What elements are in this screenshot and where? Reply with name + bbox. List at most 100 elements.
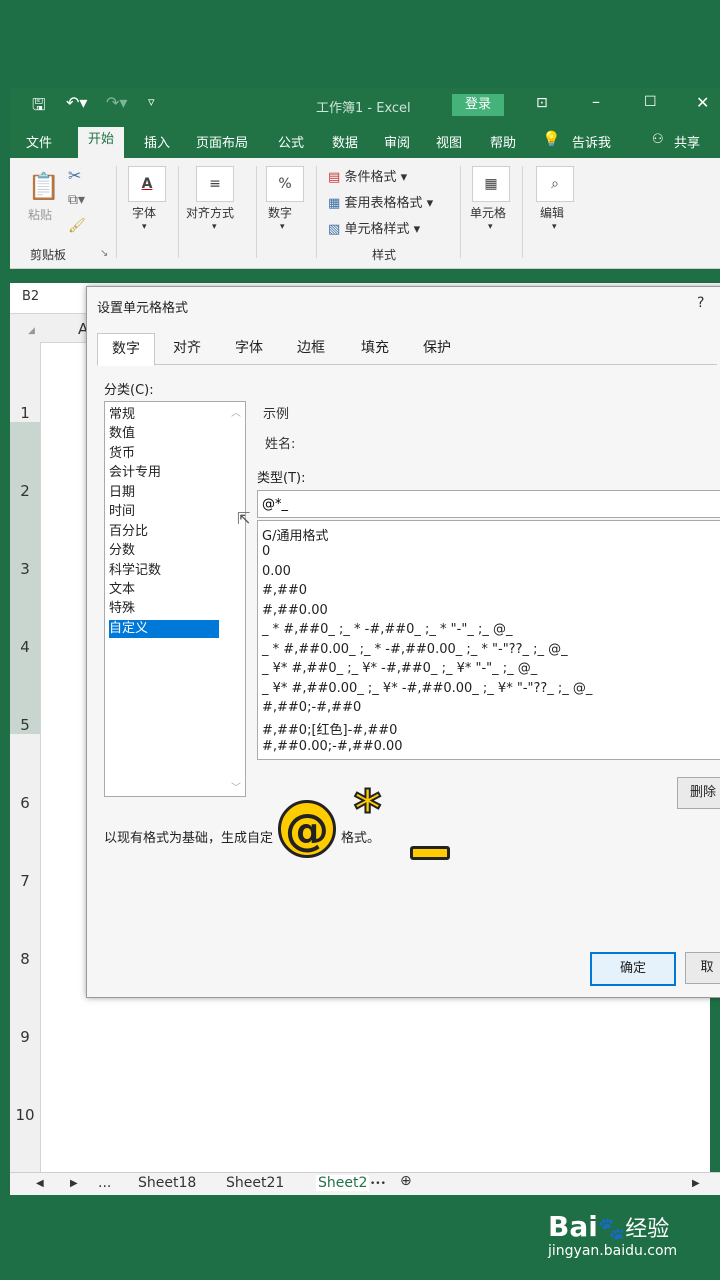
number-button[interactable]: 数字 bbox=[268, 204, 292, 221]
help-icon[interactable]: ? bbox=[697, 295, 704, 311]
sheet-tab[interactable]: Sheet21 bbox=[226, 1175, 284, 1191]
ribbon-separator bbox=[460, 166, 461, 258]
undo-icon[interactable]: ↶▾ bbox=[66, 93, 87, 112]
list-item[interactable]: 0.00 bbox=[262, 564, 291, 579]
list-item[interactable]: 数值 bbox=[109, 425, 135, 443]
row-number[interactable]: 4 bbox=[10, 638, 40, 656]
tab-alignment[interactable]: 对齐 bbox=[173, 333, 201, 363]
list-item[interactable]: 货币 bbox=[109, 445, 135, 463]
name-box[interactable]: B2 bbox=[22, 289, 39, 304]
list-item[interactable]: _ ¥* #,##0.00_ ;_ ¥* -#,##0.00_ ;_ ¥* "-… bbox=[262, 681, 592, 696]
row-number[interactable]: 3 bbox=[10, 560, 40, 578]
select-all-icon[interactable]: ◢ bbox=[28, 326, 35, 336]
sheet-tab-active[interactable]: Sheet2 bbox=[316, 1175, 370, 1191]
list-item[interactable]: 会计专用 bbox=[109, 464, 161, 482]
type-input[interactable]: @*_ bbox=[257, 490, 720, 518]
maximize-icon[interactable]: ☐ bbox=[644, 94, 657, 110]
list-item[interactable]: 特殊 bbox=[109, 600, 135, 618]
cut-icon[interactable]: ✂ bbox=[68, 166, 81, 185]
dialog-launcher-icon[interactable]: ↘ bbox=[100, 248, 108, 259]
row-number[interactable]: 7 bbox=[10, 872, 40, 890]
tab-page-layout[interactable]: 页面布局 bbox=[196, 132, 248, 151]
format-painter-icon[interactable]: 🖌 bbox=[68, 218, 86, 234]
list-item[interactable]: _ * #,##0_ ;_ * -#,##0_ ;_ * "-"_ ;_ @_ bbox=[262, 622, 512, 637]
customize-qat-icon[interactable]: ▿ bbox=[148, 95, 155, 110]
share-button[interactable]: 共享 bbox=[674, 132, 700, 151]
list-item[interactable]: #,##0;-#,##0 bbox=[262, 700, 361, 715]
row-number[interactable]: 6 bbox=[10, 794, 40, 812]
search-icon[interactable]: ⌕ bbox=[536, 166, 574, 202]
table-format-button[interactable]: ▦ 套用表格格式 ▾ bbox=[328, 192, 433, 211]
cell-style-button[interactable]: ▧ 单元格样式 ▾ bbox=[328, 218, 420, 237]
close-icon[interactable]: ✕ bbox=[696, 93, 709, 112]
prev-sheet-icon[interactable]: ◀ bbox=[36, 1178, 44, 1189]
list-item[interactable]: 分数 bbox=[109, 542, 135, 560]
tab-file[interactable]: 文件 bbox=[26, 132, 52, 151]
list-item[interactable]: 文本 bbox=[109, 581, 135, 599]
list-item[interactable]: #,##0.00;-#,##0.00 bbox=[262, 739, 403, 754]
minimize-icon[interactable]: – bbox=[592, 92, 600, 111]
delete-button[interactable]: 删除 bbox=[677, 777, 720, 809]
row-number[interactable]: 8 bbox=[10, 950, 40, 968]
copy-icon[interactable]: ⧉▾ bbox=[68, 192, 85, 208]
list-item[interactable]: #,##0.00 bbox=[262, 603, 328, 618]
format-type-list[interactable]: G/通用格式 0 0.00 #,##0 #,##0.00 _ * #,##0_ … bbox=[257, 520, 720, 760]
category-list[interactable]: 常规 数值 货币 会计专用 日期 时间 百分比 分数 科学记数 文本 特殊 自定… bbox=[104, 401, 246, 797]
scroll-right-icon[interactable]: ▶ bbox=[692, 1178, 700, 1189]
align-button[interactable]: 对齐方式 bbox=[186, 204, 234, 221]
font-button[interactable]: 字体 bbox=[132, 204, 156, 221]
list-item[interactable]: 百分比 bbox=[109, 523, 148, 541]
cells-button[interactable]: 单元格 bbox=[470, 204, 506, 221]
list-item[interactable]: #,##0 bbox=[262, 583, 307, 598]
tab-insert[interactable]: 插入 bbox=[144, 132, 170, 151]
list-item[interactable]: 日期 bbox=[109, 484, 135, 502]
login-button[interactable]: 登录 bbox=[452, 94, 504, 116]
align-icon[interactable]: ≡ bbox=[196, 166, 234, 202]
add-sheet-icon[interactable]: ⊕ bbox=[400, 1173, 412, 1189]
tab-formulas[interactable]: 公式 bbox=[278, 132, 304, 151]
list-item[interactable]: #,##0;[红色]-#,##0 bbox=[262, 719, 397, 738]
tab-home[interactable]: 开始 bbox=[78, 127, 125, 158]
save-icon[interactable]: 🖫 bbox=[32, 94, 46, 121]
tab-data[interactable]: 数据 bbox=[332, 132, 358, 151]
conditional-format-button[interactable]: ▤ 条件格式 ▾ bbox=[328, 166, 407, 185]
scroll-up-icon[interactable]: ︿ bbox=[231, 404, 241, 419]
ribbon-display-icon[interactable]: ⊡ bbox=[536, 95, 548, 111]
cells-icon[interactable]: ▦ bbox=[472, 166, 510, 202]
paste-icon[interactable]: 📋 bbox=[26, 170, 62, 204]
more-sheets-button[interactable]: ... bbox=[98, 1175, 111, 1191]
ok-button[interactable]: 确定 bbox=[590, 952, 676, 986]
edit-button[interactable]: 编辑 bbox=[540, 204, 564, 221]
list-item[interactable]: _ * #,##0.00_ ;_ * -#,##0.00_ ;_ * "-"??… bbox=[262, 642, 568, 657]
list-item[interactable]: 科学记数 bbox=[109, 562, 161, 580]
list-item[interactable]: G/通用格式 bbox=[262, 525, 328, 544]
scroll-down-icon[interactable]: ﹀ bbox=[231, 779, 241, 794]
tab-fill[interactable]: 填充 bbox=[361, 333, 389, 363]
next-sheet-icon[interactable]: ▶ bbox=[70, 1178, 78, 1189]
asterisk-overlay: * bbox=[353, 780, 382, 840]
conditional-format-icon: ▤ bbox=[328, 170, 341, 185]
row-number[interactable]: 10 bbox=[10, 1106, 40, 1124]
tab-border[interactable]: 边框 bbox=[297, 333, 325, 363]
tab-font[interactable]: 字体 bbox=[235, 333, 263, 363]
row-number[interactable]: 2 bbox=[10, 482, 40, 500]
tell-me-search[interactable]: 告诉我 bbox=[572, 132, 611, 151]
tab-review[interactable]: 审阅 bbox=[384, 132, 410, 151]
list-item[interactable]: _ ¥* #,##0_ ;_ ¥* -#,##0_ ;_ ¥* "-"_ ;_ … bbox=[262, 661, 537, 676]
row-number[interactable]: 5 bbox=[10, 716, 40, 734]
tab-number[interactable]: 数字 bbox=[97, 333, 155, 366]
list-item-selected[interactable]: 自定义 bbox=[109, 620, 219, 638]
tab-view[interactable]: 视图 bbox=[436, 132, 462, 151]
list-item[interactable]: 0 bbox=[262, 544, 270, 559]
font-icon[interactable]: A bbox=[128, 166, 166, 202]
row-number[interactable]: 9 bbox=[10, 1028, 40, 1046]
more-icon[interactable]: ••• bbox=[370, 1179, 386, 1189]
list-item[interactable]: 常规 bbox=[109, 406, 135, 424]
cancel-button[interactable]: 取 bbox=[685, 952, 720, 984]
list-item[interactable]: 时间 bbox=[109, 503, 135, 521]
tab-help[interactable]: 帮助 bbox=[490, 132, 516, 151]
row-number[interactable]: 1 bbox=[10, 404, 40, 422]
sheet-tab[interactable]: Sheet18 bbox=[138, 1175, 196, 1191]
percent-icon[interactable]: % bbox=[266, 166, 304, 202]
tab-protection[interactable]: 保护 bbox=[423, 333, 451, 363]
